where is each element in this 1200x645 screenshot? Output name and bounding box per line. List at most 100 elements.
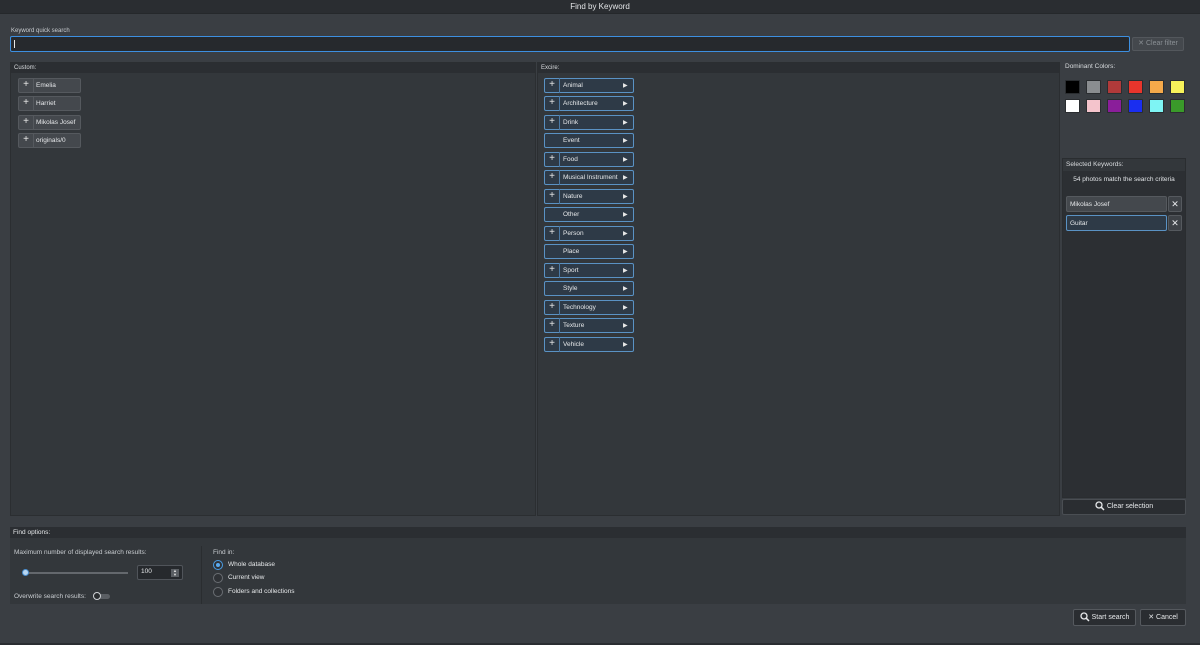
plus-icon[interactable]: + <box>545 337 560 352</box>
find-options-title: Find options: <box>10 527 1186 538</box>
excire-keyword-item[interactable]: + Technology ▶ <box>544 300 634 315</box>
quick-search-label: Keyword quick search <box>11 28 70 34</box>
start-search-label: Start search <box>1091 614 1130 621</box>
clear-filter-button[interactable]: ✕ Clear filter <box>1132 37 1184 51</box>
custom-keyword-item[interactable]: + originals/0 <box>18 133 81 148</box>
clear-selection-button[interactable]: Clear selection <box>1062 499 1186 515</box>
plus-icon[interactable]: + <box>545 78 560 93</box>
excire-keyword-item[interactable]: Place ▶ <box>544 244 634 259</box>
expand-arrow-icon[interactable]: ▶ <box>623 304 633 311</box>
no-plus-spacer <box>545 133 560 148</box>
keyword-label: Person <box>563 230 584 237</box>
radio-label[interactable]: Current view <box>228 574 264 581</box>
color-swatch[interactable] <box>1128 80 1143 94</box>
spin-arrows-icon[interactable]: ▲ ▼ <box>171 569 179 577</box>
plus-icon[interactable]: + <box>545 263 560 278</box>
expand-arrow-icon[interactable]: ▶ <box>623 322 633 329</box>
radio-label[interactable]: Whole database <box>228 561 275 568</box>
start-search-button[interactable]: Start search <box>1073 609 1136 626</box>
plus-icon[interactable]: + <box>545 318 560 333</box>
plus-icon[interactable]: + <box>545 226 560 241</box>
excire-keyword-item[interactable]: + Musical Instrument ▶ <box>544 170 634 185</box>
plus-icon[interactable]: + <box>545 96 560 111</box>
expand-arrow-icon[interactable]: ▶ <box>623 341 633 348</box>
expand-arrow-icon[interactable]: ▶ <box>623 100 633 107</box>
max-results-label: Maximum number of displayed search resul… <box>14 549 147 556</box>
keyword-label: Emelia <box>36 82 56 89</box>
plus-icon[interactable]: + <box>545 300 560 315</box>
plus-icon[interactable]: + <box>19 133 34 148</box>
quick-search-input[interactable] <box>10 36 1130 52</box>
color-swatch[interactable] <box>1107 99 1122 113</box>
expand-arrow-icon[interactable]: ▶ <box>623 156 633 163</box>
expand-arrow-icon[interactable]: ▶ <box>623 285 633 292</box>
color-swatch[interactable] <box>1149 80 1164 94</box>
excire-keyword-item[interactable]: + Vehicle ▶ <box>544 337 634 352</box>
color-swatch[interactable] <box>1065 80 1080 94</box>
excire-keyword-item[interactable]: + Architecture ▶ <box>544 96 634 111</box>
expand-arrow-icon[interactable]: ▶ <box>623 211 633 218</box>
color-swatch[interactable] <box>1170 80 1185 94</box>
plus-icon[interactable]: + <box>19 96 34 111</box>
plus-icon[interactable]: + <box>19 115 34 130</box>
excire-keyword-item[interactable]: + Drink ▶ <box>544 115 634 130</box>
color-swatch[interactable] <box>1065 99 1080 113</box>
excire-keyword-item[interactable]: + Sport ▶ <box>544 263 634 278</box>
radio-label[interactable]: Folders and collections <box>228 588 294 595</box>
radio-current-view[interactable] <box>213 573 223 583</box>
max-results-spinbox[interactable]: 100 ▲ ▼ <box>137 565 183 580</box>
color-swatch[interactable] <box>1086 80 1101 94</box>
selected-keyword[interactable]: Mikolas Josef <box>1066 196 1167 212</box>
excire-keyword-item[interactable]: + Nature ▶ <box>544 189 634 204</box>
excire-keyword-item[interactable]: + Texture ▶ <box>544 318 634 333</box>
slider-handle[interactable] <box>22 569 29 576</box>
radio-folders-collections[interactable] <box>213 587 223 597</box>
keyword-label: Vehicle <box>563 341 584 348</box>
close-icon: ✕ <box>1148 614 1155 621</box>
remove-icon[interactable]: ✕ <box>1168 196 1182 212</box>
radio-whole-database[interactable] <box>213 560 223 570</box>
expand-arrow-icon[interactable]: ▶ <box>623 193 633 200</box>
excire-keyword-item[interactable]: + Animal ▶ <box>544 78 634 93</box>
overwrite-toggle[interactable] <box>93 592 110 600</box>
excire-keyword-item[interactable]: + Food ▶ <box>544 152 634 167</box>
color-swatch[interactable] <box>1128 99 1143 113</box>
no-plus-spacer <box>545 207 560 222</box>
remove-icon[interactable]: ✕ <box>1168 215 1182 231</box>
color-swatch[interactable] <box>1149 99 1164 113</box>
expand-arrow-icon[interactable]: ▶ <box>623 230 633 237</box>
color-swatch[interactable] <box>1086 99 1101 113</box>
color-swatch[interactable] <box>1170 99 1185 113</box>
custom-keyword-item[interactable]: + Mikolas Josef <box>18 115 81 130</box>
toggle-knob <box>93 592 101 600</box>
plus-icon[interactable]: + <box>545 189 560 204</box>
keyword-label: Sport <box>563 267 579 274</box>
custom-keyword-item[interactable]: + Emelia <box>18 78 81 93</box>
plus-icon[interactable]: + <box>545 115 560 130</box>
selected-keyword[interactable]: Guitar <box>1066 215 1167 231</box>
excire-keyword-item[interactable]: Style ▶ <box>544 281 634 296</box>
keyword-label: Drink <box>563 119 579 126</box>
excire-keyword-item[interactable]: Other ▶ <box>544 207 634 222</box>
plus-icon[interactable]: + <box>545 170 560 185</box>
excire-keyword-item[interactable]: Event ▶ <box>544 133 634 148</box>
expand-arrow-icon[interactable]: ▶ <box>623 267 633 274</box>
excire-keyword-item[interactable]: + Person ▶ <box>544 226 634 241</box>
expand-arrow-icon[interactable]: ▶ <box>623 137 633 144</box>
max-results-slider[interactable] <box>25 572 128 574</box>
keyword-label: Other <box>563 211 580 218</box>
expand-arrow-icon[interactable]: ▶ <box>623 248 633 255</box>
plus-icon[interactable]: + <box>545 152 560 167</box>
search-icon <box>1079 612 1090 622</box>
keyword-label: Architecture <box>563 100 598 107</box>
plus-icon[interactable]: + <box>19 78 34 93</box>
color-swatch[interactable] <box>1107 80 1122 94</box>
selected-keywords-title: Selected Keywords: <box>1063 159 1185 171</box>
custom-keyword-item[interactable]: + Harriet <box>18 96 81 111</box>
expand-arrow-icon[interactable]: ▶ <box>623 82 633 89</box>
cancel-button[interactable]: ✕ Cancel <box>1140 609 1186 626</box>
expand-arrow-icon[interactable]: ▶ <box>623 174 633 181</box>
clear-selection-label: Clear selection <box>1106 503 1154 510</box>
expand-arrow-icon[interactable]: ▶ <box>623 119 633 126</box>
no-plus-spacer <box>545 244 560 259</box>
